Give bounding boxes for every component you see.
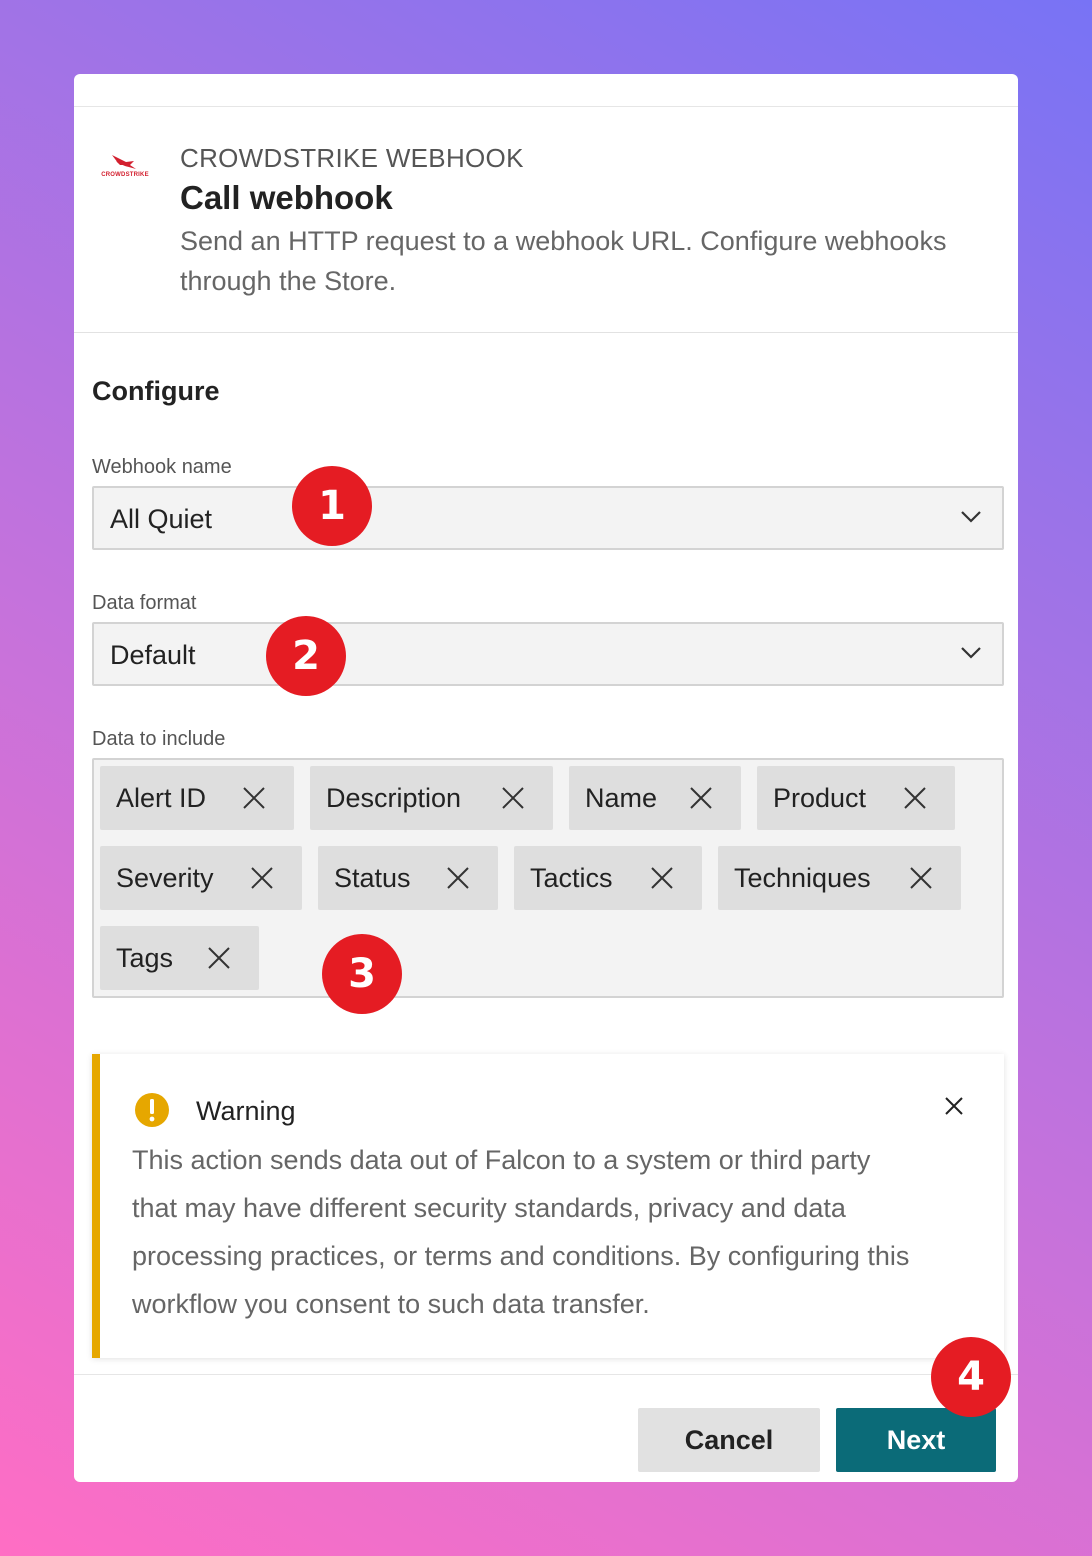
chip-label: Product [773, 782, 867, 813]
remove-chip-icon[interactable] [250, 866, 274, 890]
cancel-button[interactable]: Cancel [638, 1408, 820, 1472]
data-format-label: Data format [92, 592, 197, 614]
warning-title: Warning [196, 1096, 296, 1126]
remove-chip-icon[interactable] [903, 786, 927, 810]
chip-product: Product [757, 766, 955, 830]
close-icon[interactable] [944, 1096, 964, 1116]
chip-alert-id: Alert ID [100, 766, 294, 830]
chip-tags: Tags [100, 926, 259, 990]
remove-chip-icon[interactable] [446, 866, 470, 890]
remove-chip-icon[interactable] [207, 946, 231, 970]
next-button[interactable]: Next [836, 1408, 996, 1472]
chip-label: Name [585, 782, 658, 813]
chip-name: Name [569, 766, 741, 830]
remove-chip-icon[interactable] [242, 786, 266, 810]
remove-chip-icon[interactable] [909, 866, 933, 890]
crowdstrike-logo-icon: CROWDSTRIKE [100, 153, 150, 183]
warning-text: This action sends data out of Falcon to … [132, 1145, 910, 1319]
chip-description: Description [310, 766, 553, 830]
action-title: Call webhook [180, 179, 393, 216]
warning-exclamation-icon [135, 1093, 169, 1127]
annotation-badge-1: 1 [292, 466, 372, 546]
dialog-top-strip [74, 74, 1018, 107]
chip-tactics: Tactics [514, 846, 702, 910]
chevron-down-icon [961, 647, 981, 659]
dialog-header: CROWDSTRIKE CROWDSTRIKE WEBHOOK Call web… [74, 107, 1018, 333]
warning-notification: Warning This action sends data out of Fa… [92, 1054, 1004, 1358]
chip-label: Tags [116, 942, 174, 973]
configure-heading: Configure [92, 376, 220, 406]
call-webhook-dialog: CROWDSTRIKE CROWDSTRIKE WEBHOOK Call web… [74, 74, 1018, 1482]
remove-chip-icon[interactable] [689, 786, 713, 810]
annotation-badge-2: 2 [266, 616, 346, 696]
webhook-name-label: Webhook name [92, 456, 232, 478]
footer-divider [74, 1374, 1018, 1375]
chip-label: Tactics [530, 862, 613, 893]
chip-techniques: Techniques [718, 846, 961, 910]
data-format-value: Default [110, 640, 196, 670]
action-description: Send an HTTP request to a webhook URL. C… [180, 226, 947, 296]
chip-status: Status [318, 846, 498, 910]
remove-chip-icon[interactable] [501, 786, 525, 810]
chip-label: Status [334, 862, 411, 893]
annotation-badge-4: 4 [931, 1337, 1011, 1417]
remove-chip-icon[interactable] [650, 866, 674, 890]
logo-text: CROWDSTRIKE [101, 172, 149, 178]
chevron-down-icon [961, 511, 981, 523]
chip-label: Severity [116, 862, 214, 893]
data-to-include-label: Data to include [92, 728, 226, 750]
chip-label: Techniques [734, 862, 871, 893]
chip-label: Description [326, 782, 462, 813]
annotation-badge-3: 3 [322, 934, 402, 1014]
action-provider-label: CROWDSTRIKE WEBHOOK [180, 143, 524, 173]
data-to-include-multiselect[interactable]: Alert ID Description Name Product Severi… [92, 758, 1004, 998]
chip-label: Alert ID [116, 782, 207, 813]
chip-severity: Severity [100, 846, 302, 910]
data-format-select[interactable]: Default [92, 622, 1004, 686]
webhook-name-value: All Quiet [110, 504, 213, 534]
webhook-name-select[interactable]: All Quiet [92, 486, 1004, 550]
